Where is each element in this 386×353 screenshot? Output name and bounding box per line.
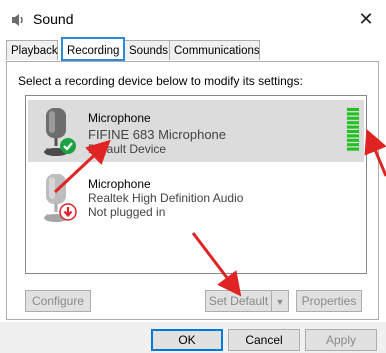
tab-playback[interactable]: Playback [6,40,58,60]
set-default-button[interactable]: Set Default [205,290,271,312]
level-bar [347,108,359,111]
device-description: Realtek High Definition Audio [88,191,244,205]
cancel-button[interactable]: Cancel [228,329,300,351]
device-item-realtek[interactable]: Microphone Realtek High Definition Audio… [28,166,364,228]
level-bar [347,147,359,151]
device-status: Not plugged in [88,205,166,219]
set-default-dropdown[interactable]: ▼ [271,290,289,312]
chevron-down-icon: ▼ [275,297,285,307]
device-list: Microphone FIFINE 683 Microphone Default… [25,95,367,274]
tab-sounds[interactable]: Sounds [124,40,170,60]
device-name: Microphone [88,177,151,191]
device-description: FIFINE 683 Microphone [88,127,227,142]
close-icon: ✕ [358,9,374,29]
level-bar [347,134,359,138]
tab-recording[interactable]: Recording [61,37,125,61]
level-bar [347,116,359,120]
level-bar [347,143,359,147]
level-bar [347,112,359,116]
instruction-text: Select a recording device below to modif… [18,74,303,88]
properties-button[interactable]: Properties [296,290,362,312]
ok-button[interactable]: OK [151,329,223,351]
speaker-icon [12,14,23,26]
level-bar [347,138,359,142]
device-name: Microphone [88,111,151,125]
level-meter [346,107,360,152]
apply-button[interactable]: Apply [305,329,377,351]
microphone-disabled-icon [44,174,77,222]
configure-button[interactable]: Configure [25,290,91,312]
level-bar [347,125,359,129]
device-status: Default Device [88,142,167,156]
microphone-icon [44,108,76,156]
window-title: Sound [33,11,74,27]
device-item-fifine[interactable]: Microphone FIFINE 683 Microphone Default… [28,100,364,162]
close-button[interactable]: ✕ [346,0,386,38]
title-bar: Sound ✕ [0,0,386,38]
level-bar [347,130,359,133]
tab-communications[interactable]: Communications [169,40,260,60]
check-icon [60,138,76,154]
level-bar [347,121,359,125]
